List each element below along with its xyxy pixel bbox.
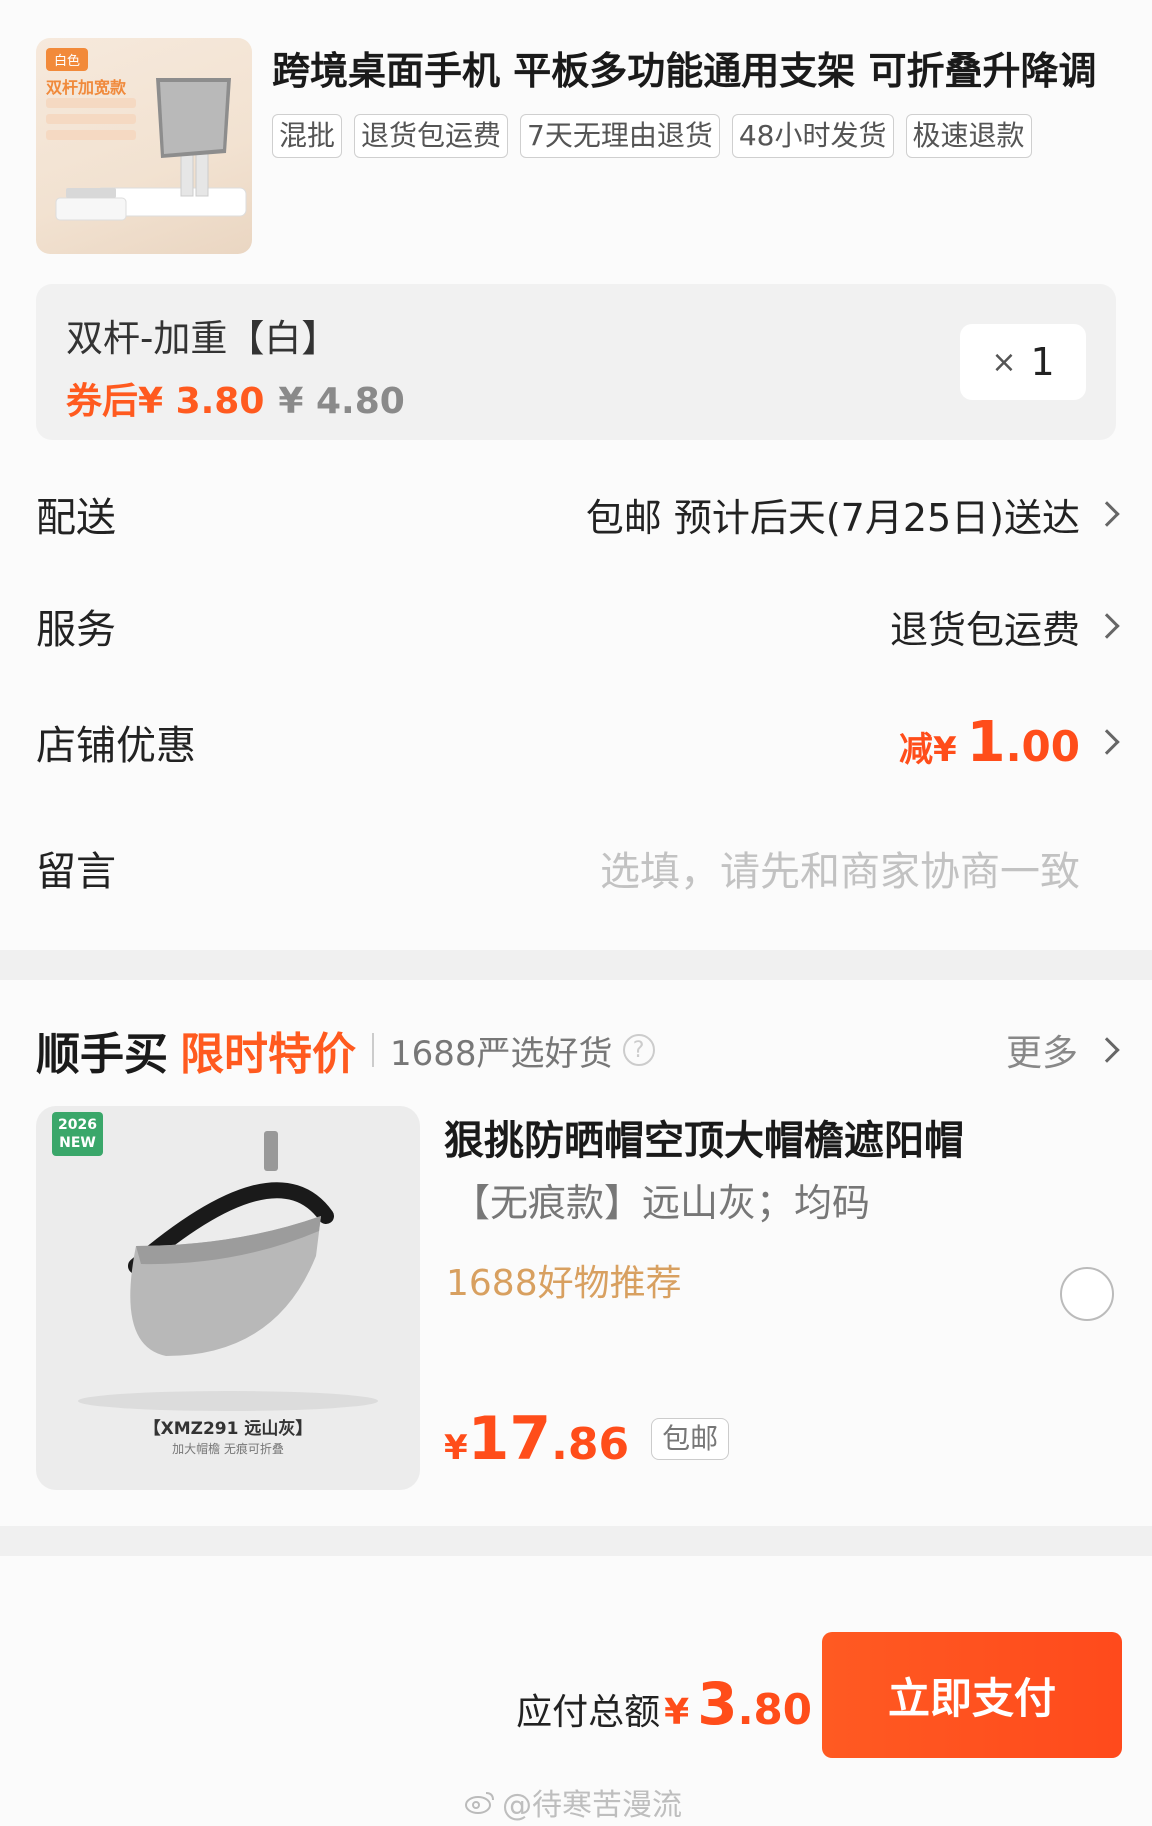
delivery-value: 包邮 预计后天(7月25日)送达 — [585, 495, 1080, 540]
discount-prefix: 减¥ — [898, 729, 957, 770]
tag-7day-return: 7天无理由退货 — [520, 114, 720, 158]
price-int: 17 — [467, 1404, 552, 1474]
recommend-caption-sub: 加大帽檐 无痕可折叠 — [172, 1442, 284, 1456]
chevron-right-icon — [1094, 1037, 1120, 1063]
header-separator — [372, 1033, 374, 1067]
add-on-subtitle: 限时特价 — [180, 1029, 356, 1080]
chevron-right-icon — [1094, 729, 1120, 755]
watermark: @待寒苦漫流 — [464, 1780, 682, 1824]
recommend-spec: 【无痕款】远山灰；均码 — [452, 1181, 871, 1225]
total-label: 应付总额 — [516, 1692, 661, 1733]
delivery-row[interactable]: 配送 包邮 预计后天(7月25日)送达 — [36, 484, 1120, 544]
recommend-image[interactable]: 2026 NEW 【XMZ291 远山灰】 加大帽檐 无痕可折叠 — [36, 1106, 420, 1490]
delivery-value-wrap: 包邮 预计后天(7月25日)送达 — [585, 487, 1120, 542]
store-discount-row[interactable]: 店铺优惠 减¥ 1 .00 — [36, 710, 1120, 775]
tag-return-shipping: 退货包运费 — [354, 114, 509, 158]
pay-now-button[interactable]: 立即支付 — [822, 1632, 1122, 1758]
free-shipping-tag: 包邮 — [651, 1418, 730, 1460]
message-input[interactable]: 选填，请先和商家协商一致 — [600, 839, 1080, 897]
delivery-label: 配送 — [36, 495, 116, 541]
phone-stand-image — [46, 78, 247, 221]
sku-name: 双杆-加重【白】 — [66, 317, 339, 360]
sku-panel: 双杆-加重【白】 券后¥ 3.80 ¥ 4.80 × 1 — [36, 284, 1116, 440]
add-on-header: 顺手买 限时特价 1688严选好货 ? 更多 — [36, 1020, 1120, 1080]
recommend-price: ¥ 17 .86 包邮 — [444, 1404, 730, 1474]
price-currency: ¥ — [444, 1428, 468, 1468]
recommend-badge-text: 1688好物推荐 — [446, 1263, 682, 1304]
discount-value-wrap: 减¥ 1 .00 — [899, 710, 1120, 775]
service-row[interactable]: 服务 退货包运费 — [36, 596, 1120, 656]
discount-int: 1 — [966, 709, 1006, 775]
select-radio[interactable] — [1060, 1267, 1114, 1321]
coupon-price: 券后¥ 3.80 — [66, 381, 265, 422]
message-row[interactable]: 留言 选填，请先和商家协商一致 — [36, 838, 1116, 898]
sku-price: 券后¥ 3.80 ¥ 4.80 — [66, 372, 405, 424]
recommend-title[interactable]: 狠挑防晒帽空顶大帽檐遮阳帽 — [444, 1108, 964, 1166]
tag-mixed-batch: 混批 — [272, 114, 343, 158]
total-dec: .80 — [737, 1685, 812, 1734]
recommend-caption-model: 【XMZ291 远山灰】 — [143, 1419, 313, 1439]
service-value: 退货包运费 — [889, 607, 1080, 652]
price-dec: .86 — [551, 1419, 630, 1470]
total-currency: ¥ — [664, 1692, 690, 1733]
message-label: 留言 — [36, 849, 116, 895]
tag-48h-ship: 48小时发货 — [731, 114, 894, 158]
discount-amount: 减¥ 1 .00 — [899, 710, 1080, 775]
total-price: ¥ 3 .80 — [664, 1670, 812, 1738]
total-amount: 应付总额 ¥ 3 .80 — [516, 1670, 812, 1738]
help-icon[interactable]: ? — [622, 1034, 655, 1066]
more-label: 更多 — [1005, 1033, 1078, 1074]
quantity-value: 1 — [1030, 340, 1055, 384]
product-thumbnail[interactable]: 白色 双杆加宽款 — [36, 38, 252, 254]
more-link[interactable]: 更多 — [1005, 1024, 1120, 1076]
multiply-icon: × — [991, 344, 1017, 380]
tag-fast-refund: 极速退款 — [905, 114, 1032, 158]
section-divider — [0, 950, 1152, 980]
section-divider — [0, 1526, 1152, 1556]
watermark-text: @待寒苦漫流 — [502, 1788, 682, 1823]
chevron-right-icon — [1094, 501, 1120, 527]
store-discount-label: 店铺优惠 — [36, 723, 196, 769]
add-on-desc: 1688严选好货 — [390, 1033, 613, 1074]
weibo-icon — [465, 1792, 494, 1814]
service-label: 服务 — [36, 607, 116, 653]
service-value-wrap: 退货包运费 — [889, 599, 1120, 654]
product-title[interactable]: 跨境桌面手机 平板多功能通用支架 可折叠升降调 — [272, 40, 1122, 95]
total-int: 3 — [697, 1670, 738, 1738]
chevron-right-icon — [1094, 613, 1120, 639]
add-on-title: 顺手买 — [36, 1029, 168, 1080]
discount-dec: .00 — [1005, 721, 1080, 771]
service-tags: 混批 退货包运费 7天无理由退货 48小时发货 极速退款 — [272, 114, 1032, 158]
quantity-stepper[interactable]: × 1 — [960, 324, 1086, 400]
original-price: ¥ 4.80 — [278, 381, 405, 422]
